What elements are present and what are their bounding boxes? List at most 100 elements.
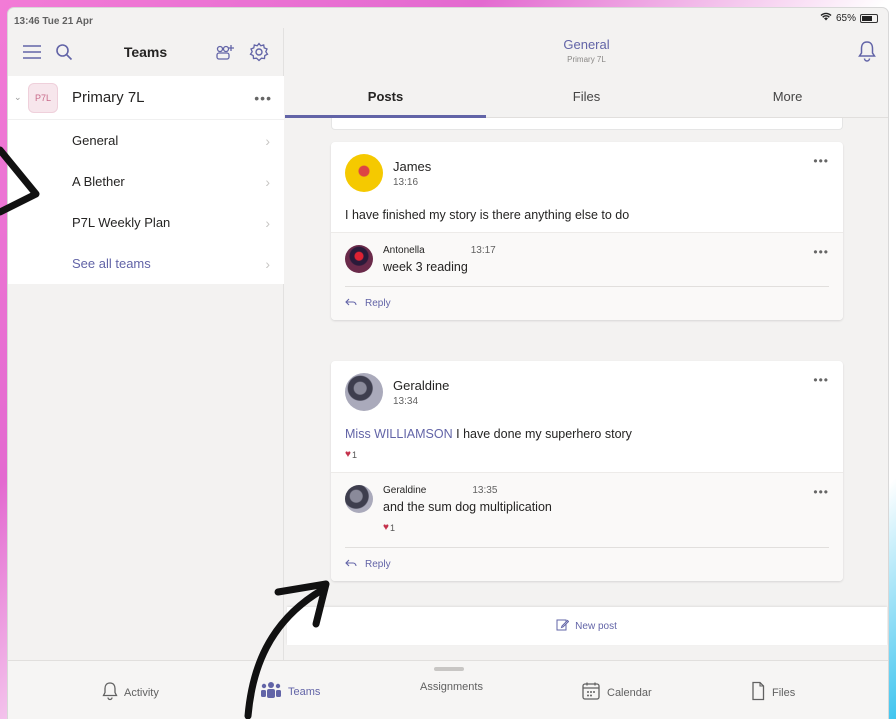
reply-author: Geraldine: [383, 485, 427, 496]
nav-label: Assignments: [420, 681, 483, 693]
new-post-button[interactable]: New post: [286, 607, 887, 645]
heart-icon: ♥: [345, 449, 351, 460]
reply-arrow-icon: [345, 559, 357, 570]
teams-icon: [260, 681, 282, 702]
compose-icon: [556, 618, 570, 634]
heart-icon: ♥: [383, 522, 389, 533]
nav-files[interactable]: Files: [750, 681, 795, 704]
gear-icon[interactable]: [247, 40, 271, 64]
file-icon: [750, 681, 766, 704]
join-team-icon[interactable]: [213, 40, 237, 64]
team-more-icon[interactable]: •••: [254, 90, 272, 106]
reply-message: week 3 reading: [383, 260, 468, 274]
post-card: Geraldine 13:34 ••• Miss WILLIAMSON I ha…: [331, 361, 843, 581]
nav-activity[interactable]: Activity: [102, 681, 159, 704]
chevron-down-icon[interactable]: ⌄: [14, 92, 24, 103]
calendar-icon: [581, 681, 601, 704]
reply-message: and the sum dog multiplication: [383, 500, 552, 514]
nav-label: Teams: [288, 685, 321, 698]
hamburger-menu-icon[interactable]: [20, 40, 44, 64]
nav-assignments[interactable]: Assignments: [420, 681, 483, 693]
avatar[interactable]: [345, 245, 373, 273]
teams-sidebar: Teams ⌄ P7L Primary 7L ••• General › A B…: [8, 28, 284, 660]
post-body: Geraldine 13:34 ••• Miss WILLIAMSON I ha…: [331, 361, 843, 472]
heart-reaction[interactable]: ♥ 1: [345, 449, 357, 460]
post-time: 13:34: [393, 395, 419, 407]
reply-thread: Geraldine 13:35 and the sum dog multipli…: [331, 472, 843, 581]
mention-link[interactable]: Miss WILLIAMSON: [345, 427, 453, 441]
ipad-screen: 13:46 Tue 21 Apr 65% Teams ⌄ P7L Primary…: [8, 8, 888, 719]
avatar[interactable]: [345, 485, 373, 513]
new-post-label: New post: [575, 620, 617, 632]
nav-calendar[interactable]: Calendar: [581, 681, 652, 704]
channel-a-blether[interactable]: A Blether ›: [8, 161, 284, 202]
reply-item: Geraldine 13:35 and the sum dog multipli…: [345, 485, 829, 535]
reply-time: 13:35: [472, 485, 498, 496]
team-avatar: P7L: [28, 82, 58, 113]
posts-feed[interactable]: James 13:16 ••• I have finished my story…: [285, 118, 888, 604]
channel-general[interactable]: General ›: [8, 120, 284, 161]
reaction-count: 1: [389, 522, 395, 533]
reply-arrow-icon: [345, 298, 357, 309]
channel-title[interactable]: General: [285, 37, 888, 52]
channel-header: General Primary 7L: [285, 28, 888, 76]
post-message-text: I have done my superhero story: [456, 427, 632, 441]
drag-handle[interactable]: [434, 667, 464, 671]
battery-icon: [860, 13, 878, 23]
reply-button[interactable]: Reply: [345, 286, 829, 320]
tab-more[interactable]: More: [687, 76, 888, 117]
nav-teams[interactable]: Teams: [260, 681, 320, 702]
channel-subtitle: Primary 7L: [567, 55, 606, 64]
battery-percent: 65%: [835, 12, 856, 24]
tab-files[interactable]: Files: [486, 76, 687, 117]
nav-label: Files: [772, 686, 796, 699]
channel-tabs: Posts Files More: [285, 76, 888, 118]
reply-label: Reply: [365, 298, 391, 309]
nav-label: Calendar: [607, 686, 652, 699]
sidebar-header: Teams: [8, 28, 283, 76]
post-more-icon[interactable]: •••: [813, 154, 829, 168]
reaction-count: 1: [351, 449, 357, 460]
avatar[interactable]: [345, 154, 383, 192]
team-row-primary-7l[interactable]: ⌄ P7L Primary 7L •••: [8, 76, 284, 120]
channel-label: General: [72, 133, 119, 148]
reply-button[interactable]: Reply: [345, 547, 829, 581]
reply-author: Antonella: [383, 245, 425, 256]
channel-main: General Primary 7L Posts Files More Jame…: [285, 28, 888, 660]
notifications-bell-icon[interactable]: [858, 40, 876, 67]
post-message: I have finished my story is there anythi…: [345, 208, 630, 222]
bell-icon: [102, 681, 118, 704]
search-icon[interactable]: [52, 40, 76, 64]
reply-time: 13:17: [470, 245, 496, 256]
channel-weekly-plan[interactable]: P7L Weekly Plan ›: [8, 202, 284, 243]
reply-more-icon[interactable]: •••: [813, 245, 829, 259]
chevron-right-icon: ›: [265, 132, 270, 149]
status-time: 13:46 Tue 21 Apr: [14, 16, 93, 27]
avatar[interactable]: [345, 373, 383, 411]
heart-reaction[interactable]: ♥ 1: [383, 522, 395, 533]
chevron-right-icon: ›: [265, 214, 270, 231]
reply-item: Antonella 13:17 week 3 reading •••: [345, 245, 829, 274]
status-bar: 13:46 Tue 21 Apr 65%: [8, 8, 888, 28]
previous-post-card: [331, 118, 843, 130]
post-time: 13:16: [393, 176, 419, 188]
post-body: James 13:16 ••• I have finished my story…: [331, 142, 843, 232]
post-author: James: [393, 158, 432, 174]
post-more-icon[interactable]: •••: [813, 373, 829, 387]
channel-label: A Blether: [72, 174, 125, 189]
nav-label: Activity: [124, 686, 159, 699]
see-all-teams-link[interactable]: See all teams ›: [8, 243, 284, 284]
post-card: James 13:16 ••• I have finished my story…: [331, 142, 843, 320]
team-list: ⌄ P7L Primary 7L ••• General › A Blether…: [8, 76, 284, 284]
reply-more-icon[interactable]: •••: [813, 485, 829, 499]
wifi-icon: [820, 12, 832, 24]
post-message: Miss WILLIAMSON I have done my superhero…: [345, 427, 829, 441]
new-post-bar: New post: [285, 604, 888, 648]
see-all-teams-label: See all teams: [72, 256, 151, 271]
reply-thread: Antonella 13:17 week 3 reading ••• Reply: [331, 232, 843, 320]
tab-posts[interactable]: Posts: [285, 76, 486, 118]
post-author: Geraldine: [393, 377, 450, 393]
chevron-right-icon: ›: [265, 173, 270, 190]
bottom-nav: Activity Teams Assignments Calendar File…: [8, 660, 888, 719]
reply-label: Reply: [365, 559, 391, 570]
